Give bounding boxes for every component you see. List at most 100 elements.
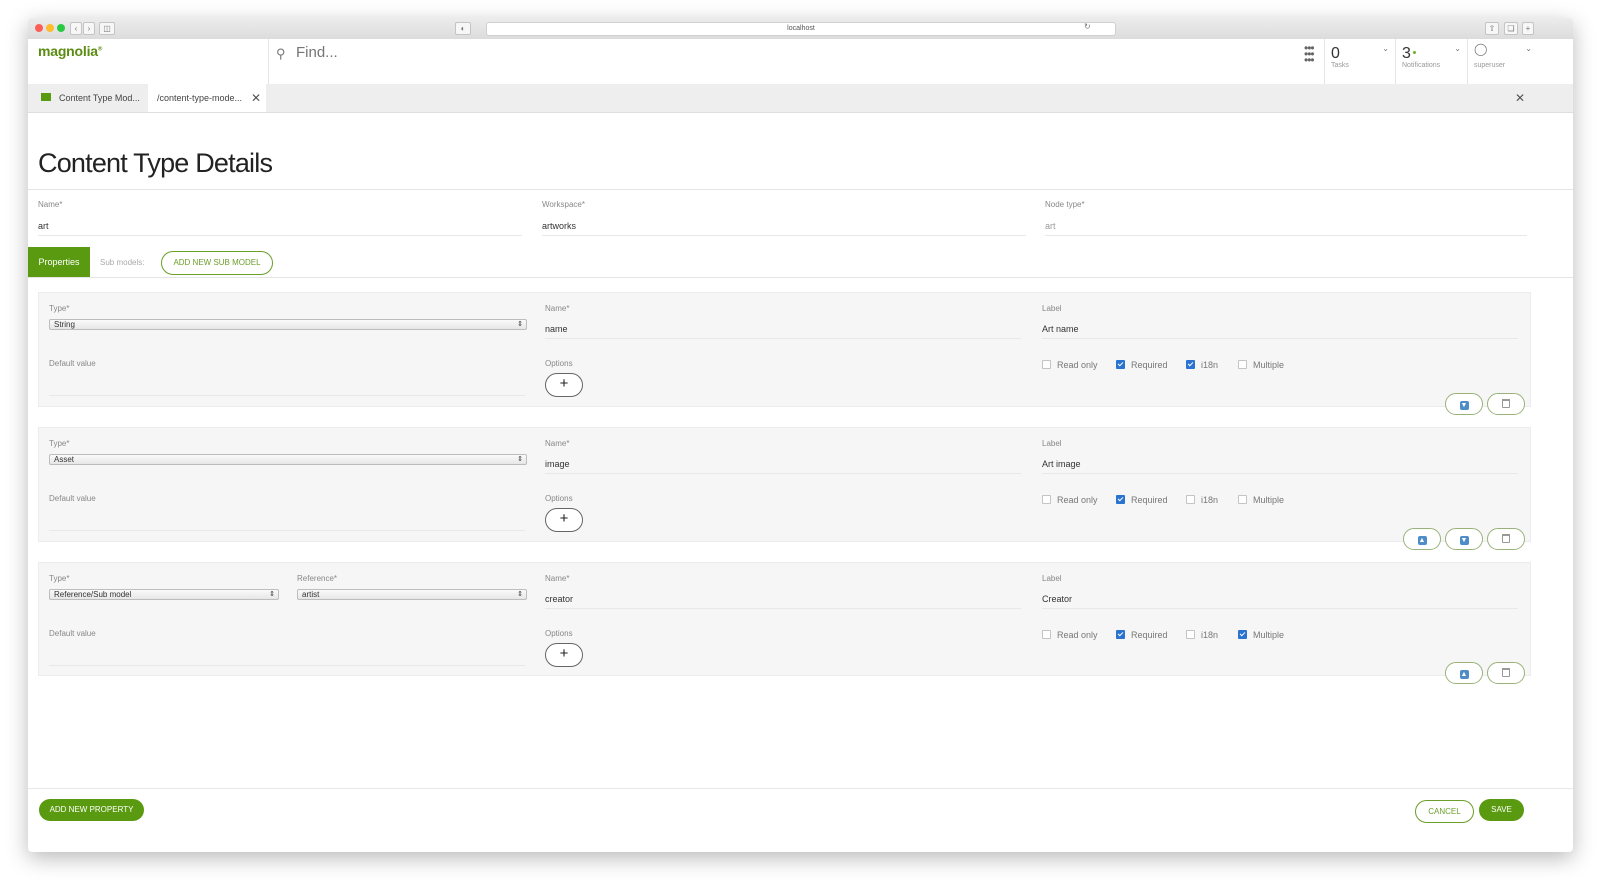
type-select[interactable]: Reference/Sub model ⇕ (49, 589, 279, 600)
tab-properties[interactable]: Properties (28, 247, 90, 278)
options-label: Options (545, 494, 573, 503)
type-select[interactable]: String ⇕ (49, 319, 527, 330)
delete-button[interactable] (1487, 528, 1525, 550)
delete-button[interactable] (1487, 662, 1525, 684)
prop-name-field[interactable]: name (545, 324, 568, 334)
divider (28, 189, 1573, 190)
prop-label-label: Label (1042, 439, 1062, 448)
zoom-window-button[interactable] (57, 24, 65, 32)
prop-label-field[interactable]: Art image (1042, 459, 1081, 469)
name-underline (38, 235, 522, 236)
add-option-button[interactable]: + (545, 373, 583, 397)
options-label: Options (545, 359, 573, 368)
reload-icon[interactable]: ↻ (1084, 22, 1091, 31)
save-button[interactable]: SAVE (1479, 799, 1524, 821)
required-checkbox[interactable]: Required (1116, 630, 1168, 640)
default-value-input[interactable] (49, 530, 525, 531)
share-icon[interactable]: ⇧ (1485, 22, 1499, 35)
sub-models-label: Sub models: (100, 258, 145, 267)
privacy-icon[interactable]: ◐ (455, 22, 471, 35)
tasks-label: Tasks (1331, 62, 1349, 69)
name-field[interactable]: art (38, 221, 49, 231)
add-new-property-button[interactable]: ADD NEW PROPERTY (39, 799, 144, 821)
reference-select[interactable]: artist ⇕ (297, 589, 527, 600)
search-icon: ⚲ (276, 46, 286, 61)
node-type-label: Node type* (1045, 200, 1085, 209)
multiple-checkbox[interactable]: Multiple (1238, 495, 1284, 505)
i18n-checkbox[interactable]: i18n (1186, 495, 1218, 505)
multiple-checkbox[interactable]: Multiple (1238, 630, 1284, 640)
default-value-input[interactable] (49, 665, 525, 666)
tasks-indicator[interactable]: 0 Tasks ⌄ (1324, 39, 1395, 84)
read-only-checkbox[interactable]: Read only (1042, 630, 1098, 640)
back-icon[interactable]: ‹ (70, 22, 82, 35)
app-launcher-icon[interactable]: ••• ••• ••• (1304, 42, 1315, 66)
close-app-icon[interactable]: ✕ (1515, 91, 1525, 105)
move-down-button[interactable]: ▼ (1445, 393, 1483, 415)
read-only-checkbox[interactable]: Read only (1042, 495, 1098, 505)
magnolia-logo[interactable]: magnolia® (38, 43, 102, 59)
name-label: Name* (38, 200, 63, 209)
workspace-label: Workspace* (542, 200, 585, 209)
required-checkbox[interactable]: Required (1116, 495, 1168, 505)
app-header: magnolia® ⚲ ••••••••• 0 Tasks ⌄ 3 Notifi… (28, 39, 1573, 85)
user-menu[interactable]: ◯ superuser ⌄ (1467, 39, 1538, 84)
sidebar-icon[interactable]: ◫ (99, 22, 115, 35)
add-option-button[interactable]: + (545, 643, 583, 667)
notifications-indicator[interactable]: 3 Notifications ⌄ (1395, 39, 1467, 84)
new-tab-icon[interactable]: + (1522, 22, 1534, 35)
cancel-button[interactable]: CANCEL (1415, 800, 1474, 823)
address-bar[interactable]: localhost (486, 22, 1116, 36)
tab-content-type-detail[interactable]: /content-type-mode... ✕ (148, 84, 266, 112)
node-type-field: art (1045, 221, 1056, 231)
forward-icon[interactable]: › (83, 22, 95, 35)
type-label: Type* (49, 574, 70, 583)
prop-label-underline (1042, 608, 1518, 609)
unread-dot (1412, 51, 1416, 54)
read-only-checkbox[interactable]: Read only (1042, 360, 1098, 370)
type-select[interactable]: Asset ⇕ (49, 454, 527, 465)
delete-button[interactable] (1487, 393, 1525, 415)
arrow-up-icon: ▲ (1459, 670, 1469, 679)
default-value-label: Default value (49, 494, 96, 503)
prop-name-label: Name* (545, 304, 570, 313)
tab-label: Content Type Mod... (59, 93, 140, 103)
tab-content-type-models[interactable]: Content Type Mod... (28, 84, 148, 112)
prop-label-field[interactable]: Art name (1042, 324, 1079, 334)
arrow-down-icon: ▼ (1459, 401, 1469, 410)
minimize-window-button[interactable] (46, 24, 54, 32)
close-window-button[interactable] (35, 24, 43, 32)
divider (268, 39, 269, 84)
move-up-button[interactable]: ▲ (1445, 662, 1483, 684)
tabs-overview-icon[interactable]: ❏ (1504, 22, 1518, 35)
default-value-input[interactable] (49, 395, 525, 396)
required-checkbox[interactable]: Required (1116, 360, 1168, 370)
search-input[interactable] (294, 43, 698, 62)
prop-name-field[interactable]: creator (545, 594, 573, 604)
trash-icon (1502, 534, 1510, 543)
prop-label-field[interactable]: Creator (1042, 594, 1072, 604)
property-row: Type* Reference/Sub model ⇕ Reference* ar… (38, 562, 1531, 676)
i18n-checkbox[interactable]: i18n (1186, 630, 1218, 640)
select-arrows-icon: ⇕ (517, 591, 523, 598)
prop-name-underline (545, 608, 1021, 609)
prop-name-field[interactable]: image (545, 459, 570, 469)
browser-window: ‹ › ◫ ◐ localhost ↻ ⇧ ❏ + magnolia® ⚲ ••… (28, 18, 1573, 852)
type-label: Type* (49, 439, 70, 448)
i18n-checkbox[interactable]: i18n (1186, 360, 1218, 370)
reference-label: Reference* (297, 574, 338, 583)
prop-name-underline (545, 338, 1021, 339)
move-up-button[interactable]: ▲ (1403, 528, 1441, 550)
prop-name-underline (545, 473, 1021, 474)
app-tab-bar: Content Type Mod... /content-type-mode..… (28, 84, 1573, 113)
move-down-button[interactable]: ▼ (1445, 528, 1483, 550)
prop-label-underline (1042, 338, 1518, 339)
add-sub-model-button[interactable]: ADD NEW SUB MODEL (161, 251, 273, 275)
default-value-label: Default value (49, 359, 96, 368)
workspace-field[interactable]: artworks (542, 221, 576, 231)
prop-name-label: Name* (545, 574, 570, 583)
select-arrows-icon: ⇕ (517, 321, 523, 328)
add-option-button[interactable]: + (545, 508, 583, 532)
close-tab-icon[interactable]: ✕ (251, 84, 261, 112)
multiple-checkbox[interactable]: Multiple (1238, 360, 1284, 370)
